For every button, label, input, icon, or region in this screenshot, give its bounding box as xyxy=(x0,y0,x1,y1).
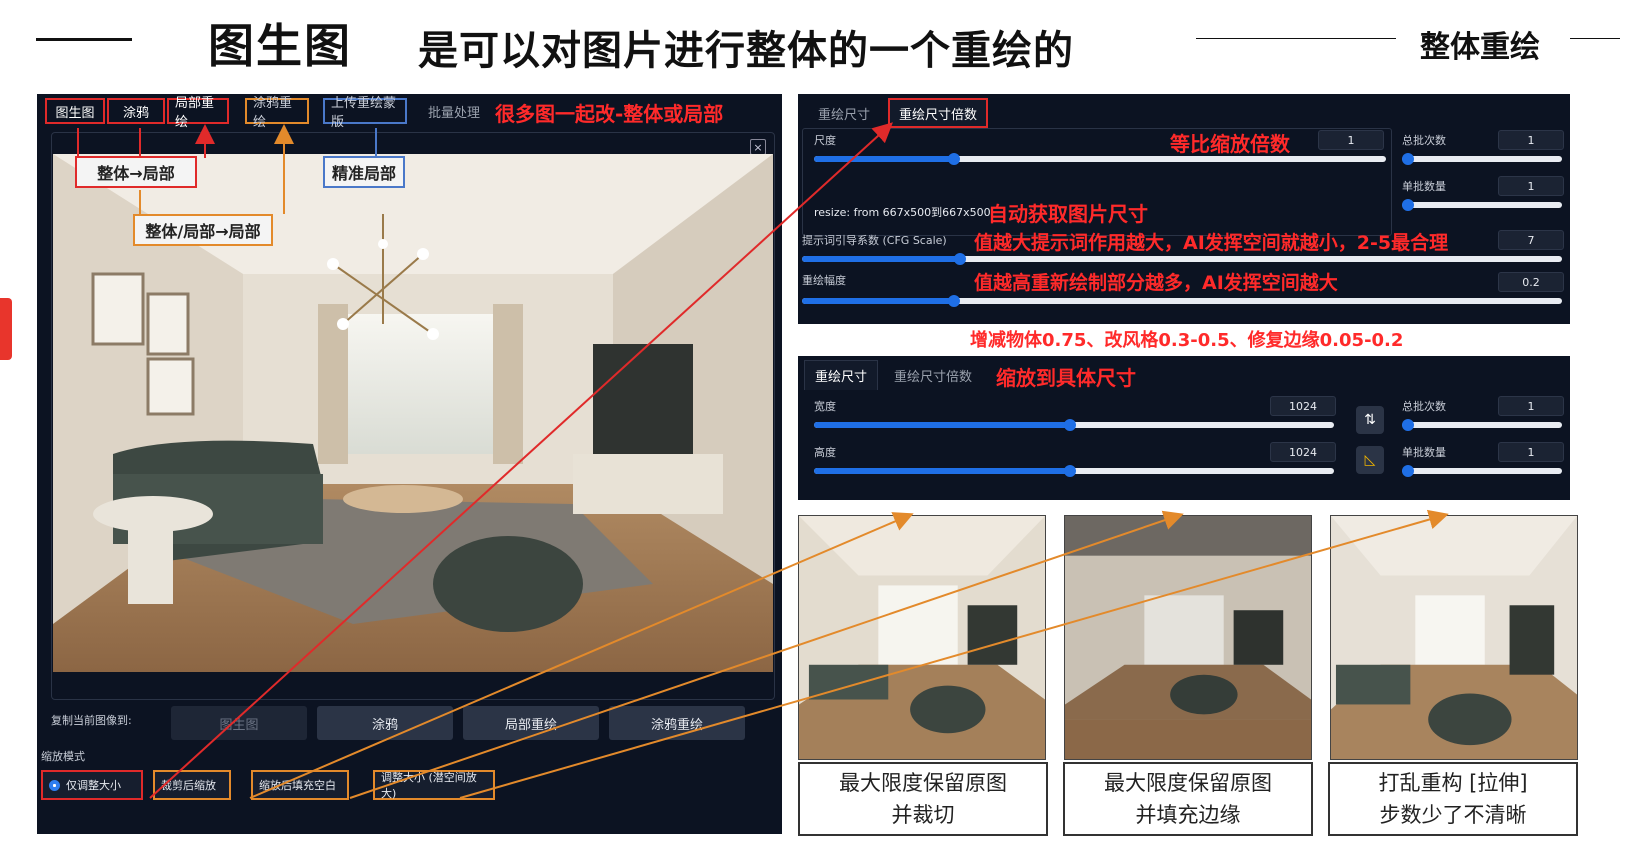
caption-crop: 最大限度保留原图 并裁切 xyxy=(798,762,1048,836)
width-label: 宽度 xyxy=(814,400,836,413)
header-right-label: 整体重绘 xyxy=(1420,30,1540,65)
page-subtitle: 是可以对图片进行整体的一个重绘的 xyxy=(418,28,1074,74)
caption-line: 最大限度保留原图 xyxy=(1104,771,1272,795)
page: 图生图 是可以对图片进行整体的一个重绘的 整体重绘 图生图 涂鸦 局部重绘 涂鸦… xyxy=(0,0,1628,854)
scale-annotation: 等比缩放倍数 xyxy=(1170,132,1290,156)
batch-size-slider[interactable] xyxy=(1402,465,1562,477)
cfg-slider[interactable] xyxy=(802,253,1562,265)
close-icon[interactable]: × xyxy=(750,139,766,155)
batch-count-label: 总批次数 xyxy=(1402,400,1446,413)
caption-line: 最大限度保留原图 xyxy=(839,771,1007,795)
radio-label: 缩放后填充空白 xyxy=(259,779,336,792)
caption-line: 打乱重构 [拉伸] xyxy=(1378,771,1528,795)
scale-mode-label: 缩放模式 xyxy=(41,750,85,763)
copy-to-inpaint-sketch-button[interactable]: 涂鸦重绘 xyxy=(609,706,745,740)
tab-inpaint-upload[interactable]: 上传重绘蒙版 xyxy=(323,96,407,130)
size-annotation: 缩放到具体尺寸 xyxy=(996,366,1136,390)
ruler-icon[interactable]: ◺ xyxy=(1356,446,1384,474)
height-slider[interactable] xyxy=(814,465,1334,477)
side-badge xyxy=(0,298,12,360)
height-label: 高度 xyxy=(814,446,836,459)
batch-size-label: 单批数量 xyxy=(1402,180,1446,193)
height-value[interactable]: 1024 xyxy=(1270,442,1336,462)
batch-size-value[interactable]: 1 xyxy=(1498,442,1564,462)
tab-inpaint-sketch[interactable]: 涂鸦重绘 xyxy=(245,96,309,130)
radio-label: 仅调整大小 xyxy=(66,779,121,792)
radio-resize-fill[interactable]: 缩放后填充空白 xyxy=(251,770,349,800)
tab-inpaint[interactable]: 局部重绘 xyxy=(167,96,229,130)
radio-label: 调整大小 (潜空间放大) xyxy=(381,771,477,800)
header-rule-left xyxy=(36,38,132,41)
radio-label: 裁剪后缩放 xyxy=(161,779,216,792)
scale-by-panel: 重绘尺寸 重绘尺寸倍数 尺度 等比缩放倍数 1 resize: from 667… xyxy=(798,94,1570,324)
tab-resize-by[interactable]: 重绘尺寸倍数 xyxy=(894,360,972,390)
caption-line: 步数少了不清晰 xyxy=(1379,803,1527,827)
page-title: 图生图 xyxy=(208,19,352,73)
denoise-slider[interactable] xyxy=(802,295,1562,307)
caption-line: 并填充边缘 xyxy=(1135,803,1241,827)
width-slider[interactable] xyxy=(814,419,1334,431)
denoise-annotation: 值越高重新绘制部分越多，AI发挥空间越大 xyxy=(974,272,1338,294)
copy-to-inpaint-button[interactable]: 局部重绘 xyxy=(463,706,599,740)
resize-to-panel: 重绘尺寸 重绘尺寸倍数 缩放到具体尺寸 宽度 1024 高度 1024 ⇅ ◺ … xyxy=(798,356,1570,500)
header-rule-mid xyxy=(1196,38,1396,39)
tab-img2img[interactable]: 图生图 xyxy=(45,98,105,124)
tab-annotation: 很多图一起改-整体或局部 xyxy=(495,102,724,126)
radio-latent-upscale[interactable]: 调整大小 (潜空间放大) xyxy=(373,770,495,800)
thumb-stretch xyxy=(1330,515,1578,760)
swap-icon[interactable]: ⇅ xyxy=(1356,406,1384,434)
tab-resize-to[interactable]: 重绘尺寸 xyxy=(804,360,879,390)
resize-info: resize: from 667x500到667x500 xyxy=(814,206,991,219)
thumb-crop xyxy=(798,515,1046,760)
cfg-value[interactable]: 7 xyxy=(1498,230,1564,250)
cfg-annotation: 值越大提示词作用越大，AI发挥空间就越小，2-5最合理 xyxy=(974,232,1449,254)
denoise-value[interactable]: 0.2 xyxy=(1498,272,1564,292)
tab-resize-to[interactable]: 重绘尺寸 xyxy=(804,98,884,128)
batch-count-slider[interactable] xyxy=(1402,419,1562,431)
radio-crop-resize[interactable]: 裁剪后缩放 xyxy=(153,770,231,800)
header-rule-right xyxy=(1570,38,1620,39)
caption-stretch: 打乱重构 [拉伸] 步数少了不清晰 xyxy=(1328,762,1578,836)
denoise-tip: 增减物体0.75、改风格0.3-0.5、修复边缘0.05-0.2 xyxy=(970,330,1404,351)
denoise-label: 重绘幅度 xyxy=(802,274,846,287)
batch-count-slider[interactable] xyxy=(1402,153,1562,165)
thumb-fill xyxy=(1064,515,1312,760)
callout-whole-to-part: 整体→局部 xyxy=(75,156,197,188)
copy-to-label: 复制当前图像到: xyxy=(51,714,132,727)
copy-to-sketch-button[interactable]: 涂鸦 xyxy=(317,706,453,740)
caption-line: 并裁切 xyxy=(891,803,955,827)
resize-annotation: 自动获取图片尺寸 xyxy=(988,202,1148,226)
copy-to-img2img-button[interactable]: 图生图 xyxy=(171,706,307,740)
batch-size-value[interactable]: 1 xyxy=(1498,176,1564,196)
scale-label: 尺度 xyxy=(814,134,836,147)
width-value[interactable]: 1024 xyxy=(1270,396,1336,416)
radio-just-resize[interactable]: 仅调整大小 xyxy=(41,770,143,800)
batch-size-slider[interactable] xyxy=(1402,199,1562,211)
batch-count-value[interactable]: 1 xyxy=(1498,130,1564,150)
callout-whole-part-to-part: 整体/局部→局部 xyxy=(133,214,273,246)
callout-precise-part: 精准局部 xyxy=(323,156,405,188)
scale-slider[interactable] xyxy=(814,153,1386,165)
cfg-label: 提示词引导系数 (CFG Scale) xyxy=(802,234,947,247)
batch-size-label: 单批数量 xyxy=(1402,446,1446,459)
batch-count-label: 总批次数 xyxy=(1402,134,1446,147)
img2img-panel: 图生图 涂鸦 局部重绘 涂鸦重绘 上传重绘蒙版 批量处理 很多图一起改-整体或局… xyxy=(37,94,782,834)
radio-dot-selected xyxy=(49,779,60,791)
scale-value[interactable]: 1 xyxy=(1318,130,1384,150)
tab-batch[interactable]: 批量处理 xyxy=(421,98,487,124)
tab-resize-by[interactable]: 重绘尺寸倍数 xyxy=(888,98,988,128)
caption-fill: 最大限度保留原图 并填充边缘 xyxy=(1063,762,1313,836)
batch-count-value[interactable]: 1 xyxy=(1498,396,1564,416)
tab-sketch[interactable]: 涂鸦 xyxy=(107,98,165,124)
